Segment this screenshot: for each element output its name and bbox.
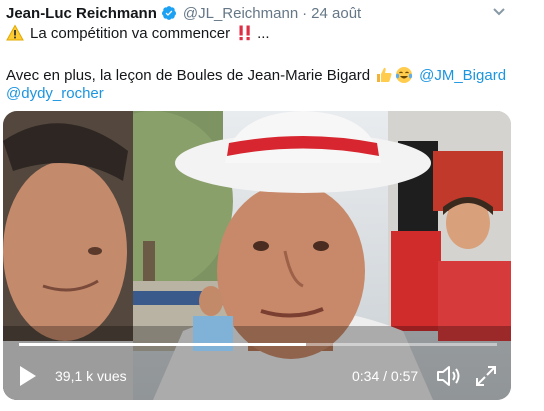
video-time: 0:34 / 0:57 (352, 368, 419, 384)
thumbs-up-emoji (375, 66, 393, 84)
tweet-date[interactable]: 24 août (311, 5, 361, 22)
video-frame (3, 111, 511, 400)
video-player[interactable]: 39,1 k vues 0:34 / 0:57 (3, 111, 511, 400)
video-controls: 39,1 k vues 0:34 / 0:57 (3, 359, 511, 393)
tweet-card: Jean-Luc Reichmann @JL_Reichmann · 24 ao… (0, 0, 544, 411)
mention-dydy-rocher[interactable]: @dydy_rocher (6, 85, 104, 102)
progress-bar[interactable] (19, 343, 497, 346)
tears-of-joy-emoji (395, 66, 413, 84)
warning-emoji (6, 24, 24, 42)
play-icon[interactable] (17, 363, 39, 389)
double-exclamation-emoji (236, 24, 254, 42)
fullscreen-icon[interactable] (473, 363, 499, 389)
tweet-text-competition: La compétition va commencer (30, 24, 231, 42)
view-count: 39,1 k vues (55, 368, 127, 384)
author-name[interactable]: Jean-Luc Reichmann (6, 5, 157, 22)
volume-icon[interactable] (435, 363, 463, 389)
tweet-header: Jean-Luc Reichmann @JL_Reichmann · 24 ao… (6, 3, 361, 23)
verified-badge-icon (161, 5, 177, 21)
tweet-text-ellipsis: ... (257, 24, 270, 42)
mention-jm-bigard[interactable]: @JM_Bigard (419, 67, 506, 84)
tweet-text-line-3: @dydy_rocher (6, 85, 104, 102)
author-handle[interactable]: @JL_Reichmann (183, 5, 298, 22)
tweet-text-line-1: La compétition va commencer ... (6, 24, 270, 42)
progress-fill (19, 343, 306, 346)
tweet-text-bigard: Avec en plus, la leçon de Boules de Jean… (6, 66, 371, 84)
tweet-text-line-2: Avec en plus, la leçon de Boules de Jean… (6, 66, 506, 84)
chevron-down-icon[interactable] (490, 3, 508, 21)
header-separator: · (302, 4, 308, 22)
